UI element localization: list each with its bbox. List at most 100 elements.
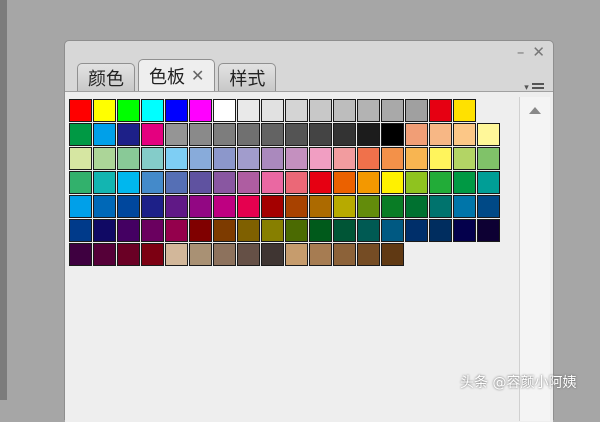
color-swatch[interactable] [357,171,380,194]
color-swatch[interactable] [189,147,212,170]
color-swatch[interactable] [189,195,212,218]
color-swatch[interactable] [189,243,212,266]
color-swatch[interactable] [405,195,428,218]
color-swatch[interactable] [453,147,476,170]
color-swatch[interactable] [69,171,92,194]
color-swatch[interactable] [357,123,380,146]
color-swatch[interactable] [285,195,308,218]
color-swatch[interactable] [261,195,284,218]
color-swatch[interactable] [333,195,356,218]
color-swatch[interactable] [237,147,260,170]
color-swatch[interactable] [93,171,116,194]
color-swatch[interactable] [477,195,500,218]
color-swatch[interactable] [93,243,116,266]
color-swatch[interactable] [189,123,212,146]
color-swatch[interactable] [117,123,140,146]
color-swatch[interactable] [357,195,380,218]
color-swatch[interactable] [117,147,140,170]
color-swatch[interactable] [117,171,140,194]
color-swatch[interactable] [69,123,92,146]
color-swatch[interactable] [69,219,92,242]
color-swatch[interactable] [477,219,500,242]
minimize-icon[interactable]: – [517,45,525,60]
color-swatch[interactable] [141,147,164,170]
color-swatch[interactable] [285,123,308,146]
color-swatch[interactable] [165,195,188,218]
color-swatch[interactable] [429,123,452,146]
color-swatch[interactable] [213,195,236,218]
color-swatch[interactable] [165,219,188,242]
color-swatch[interactable] [333,171,356,194]
color-swatch[interactable] [93,99,116,122]
color-swatch[interactable] [165,123,188,146]
color-swatch[interactable] [213,219,236,242]
color-swatch[interactable] [333,219,356,242]
color-swatch[interactable] [237,123,260,146]
color-swatch[interactable] [357,243,380,266]
color-swatch[interactable] [237,219,260,242]
color-swatch[interactable] [213,171,236,194]
tab-swatches[interactable]: 色板 ✕ [138,59,216,91]
color-swatch[interactable] [261,99,284,122]
color-swatch[interactable] [285,219,308,242]
color-swatch[interactable] [141,243,164,266]
color-swatch[interactable] [285,171,308,194]
color-swatch[interactable] [141,195,164,218]
color-swatch[interactable] [93,195,116,218]
color-swatch[interactable] [93,147,116,170]
color-swatch[interactable] [381,99,404,122]
color-swatch[interactable] [261,243,284,266]
color-swatch[interactable] [429,147,452,170]
tab-close-icon[interactable]: ✕ [191,66,204,85]
color-swatch[interactable] [237,99,260,122]
color-swatch[interactable] [309,123,332,146]
color-swatch[interactable] [69,243,92,266]
color-swatch[interactable] [117,195,140,218]
color-swatch[interactable] [381,123,404,146]
color-swatch[interactable] [141,99,164,122]
color-swatch[interactable] [429,99,452,122]
color-swatch[interactable] [405,219,428,242]
color-swatch[interactable] [237,171,260,194]
color-swatch[interactable] [141,171,164,194]
color-swatch[interactable] [213,123,236,146]
color-swatch[interactable] [333,147,356,170]
color-swatch[interactable] [333,123,356,146]
color-swatch[interactable] [237,243,260,266]
color-swatch[interactable] [117,219,140,242]
tab-color[interactable]: 颜色 [77,63,135,91]
scroll-up-arrow-icon[interactable] [529,107,541,114]
color-swatch[interactable] [429,171,452,194]
color-swatch[interactable] [357,147,380,170]
color-swatch[interactable] [309,171,332,194]
color-swatch[interactable] [357,219,380,242]
color-swatch[interactable] [213,147,236,170]
color-swatch[interactable] [477,147,500,170]
color-swatch[interactable] [429,219,452,242]
color-swatch[interactable] [213,99,236,122]
tab-styles[interactable]: 样式 [218,63,277,91]
color-swatch[interactable] [477,123,500,146]
color-swatch[interactable] [165,99,188,122]
color-swatch[interactable] [165,147,188,170]
color-swatch[interactable] [309,219,332,242]
color-swatch[interactable] [309,243,332,266]
color-swatch[interactable] [357,99,380,122]
color-swatch[interactable] [261,171,284,194]
color-swatch[interactable] [453,99,476,122]
color-swatch[interactable] [189,171,212,194]
color-swatch[interactable] [261,123,284,146]
color-swatch[interactable] [237,195,260,218]
color-swatch[interactable] [477,171,500,194]
color-swatch[interactable] [381,219,404,242]
color-swatch[interactable] [453,123,476,146]
color-swatch[interactable] [141,123,164,146]
color-swatch[interactable] [69,147,92,170]
color-swatch[interactable] [261,147,284,170]
color-swatch[interactable] [69,99,92,122]
color-swatch[interactable] [453,171,476,194]
color-swatch[interactable] [165,243,188,266]
color-swatch[interactable] [117,243,140,266]
color-swatch[interactable] [405,147,428,170]
color-swatch[interactable] [333,99,356,122]
